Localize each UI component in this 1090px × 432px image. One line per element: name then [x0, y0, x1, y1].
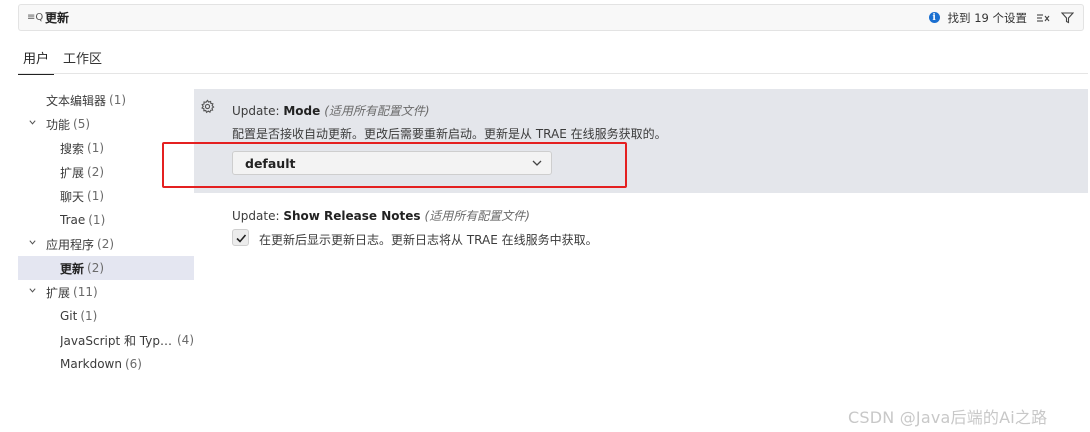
toc-item-label: Git: [60, 309, 78, 323]
release-notes-checkbox[interactable]: [232, 229, 249, 246]
toc-item[interactable]: JavaScript 和 Type... (4): [18, 328, 194, 352]
watermark: CSDN @Java后端的Ai之路: [848, 408, 1048, 427]
setting-category: Update:: [232, 209, 284, 223]
setting-scope: (适用所有配置文件): [424, 209, 530, 223]
search-settings-icon: ≡Q: [27, 12, 44, 23]
tab-user[interactable]: 用户: [18, 44, 55, 75]
setting-description-release-notes: 在更新后显示更新日志。更新日志将从 TRAE 在线服务中获取。: [259, 233, 598, 247]
toc-item-count: (11): [73, 285, 98, 299]
toc-item[interactable]: 文本编辑器 (1): [18, 88, 194, 112]
setting-name: Show Release Notes: [283, 209, 421, 223]
toc-item[interactable]: 应用程序 (2): [18, 232, 194, 256]
toc-item-label: Markdown: [60, 357, 122, 371]
toc-item-count: (1): [88, 213, 106, 227]
setting-scope: (适用所有配置文件): [324, 104, 430, 118]
settings-scope-tabs: 用户 工作区: [18, 44, 111, 75]
annotation-highlight-box: [162, 142, 627, 188]
chevron-down-icon[interactable]: [26, 118, 38, 130]
toc-item-count: (6): [124, 357, 142, 371]
toc-item[interactable]: 更新 (2): [18, 256, 194, 280]
toc-item-count: (5): [73, 117, 91, 131]
toc-item[interactable]: Markdown (6): [18, 352, 194, 376]
toc-item-count: (2): [97, 237, 115, 251]
toc-item-count: (2): [87, 165, 105, 179]
toc-item-label: Trae: [60, 213, 86, 227]
search-result-count: 找到 19 个设置: [947, 10, 1027, 25]
toc-item-label: 更新: [60, 261, 85, 276]
toc-item-count: (1): [87, 141, 105, 155]
settings-search-bar[interactable]: ≡Q i 找到 19 个设置: [18, 4, 1084, 31]
toc-item[interactable]: Trae (1): [18, 208, 194, 232]
info-icon: i: [928, 12, 940, 23]
toc-item-label: JavaScript 和 Type...: [60, 333, 174, 348]
tab-workspace[interactable]: 工作区: [58, 44, 107, 75]
chevron-down-icon[interactable]: [26, 286, 38, 298]
toc-item-label: 扩展: [60, 165, 85, 180]
setting-title-mode: Update: Mode (适用所有配置文件): [232, 102, 430, 119]
setting-name: Mode: [283, 104, 321, 118]
toc-item-count: (4): [177, 333, 194, 347]
toc-item-label: 应用程序: [46, 237, 95, 252]
toc-item-label: 文本编辑器: [46, 93, 107, 108]
toc-item-count: (1): [87, 189, 105, 203]
setting-description-mode: 配置是否接收自动更新。更改后需要重新启动。更新是从 TRAE 在线服务获取的。: [232, 127, 667, 141]
filter-icon[interactable]: [1059, 10, 1075, 26]
search-input[interactable]: [45, 6, 929, 29]
gear-icon[interactable]: [200, 99, 216, 115]
toc-item-label: 功能: [46, 117, 71, 132]
toc-item-count: (1): [109, 93, 127, 107]
toc-item-label: 搜索: [60, 141, 85, 156]
settings-toc-tree: 文本编辑器 (1) 功能 (5) 搜索 (1) 扩展 (2) 聊天 (1) Trae (1) 应用程序(…: [18, 88, 194, 376]
toc-item-count: (2): [87, 261, 105, 275]
toc-item[interactable]: 功能 (5): [18, 112, 194, 136]
setting-title-release-notes: Update: Show Release Notes (适用所有配置文件): [232, 207, 530, 224]
toc-item-label: 聊天: [60, 189, 85, 204]
toc-item[interactable]: 扩展 (11): [18, 280, 194, 304]
toc-item-count: (1): [80, 309, 98, 323]
chevron-down-icon[interactable]: [26, 238, 38, 250]
tabs-divider: [18, 73, 1088, 74]
clear-filter-icon[interactable]: [1035, 10, 1051, 26]
toc-item-label: 扩展: [46, 285, 71, 300]
checkmark-icon: [235, 233, 246, 243]
setting-category: Update:: [232, 104, 284, 118]
toc-item[interactable]: Git (1): [18, 304, 194, 328]
